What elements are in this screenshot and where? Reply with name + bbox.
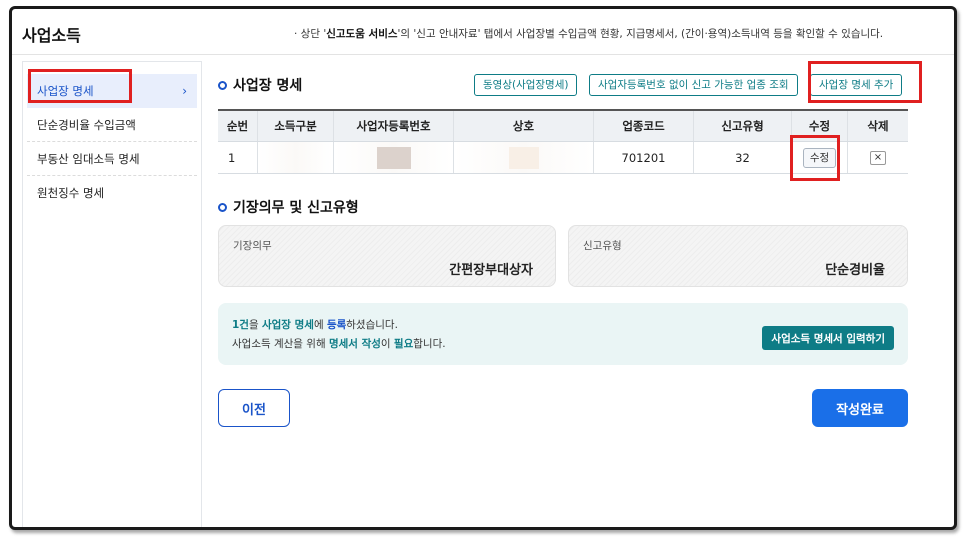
highlight-edit-button	[790, 135, 840, 181]
col-header: 삭제	[867, 119, 889, 133]
type-value: 단순경비율	[825, 263, 885, 278]
col-header: 신고유형	[694, 111, 792, 141]
sidebar-item-rental-income[interactable]: 부동산 임대소득 명세	[27, 142, 197, 176]
duty-value: 간편장부대상자	[449, 263, 533, 278]
bullet-circle-icon	[218, 80, 227, 90]
report-type-box: 신고유형 단순경비율	[568, 225, 908, 287]
type-label: 신고유형	[583, 240, 622, 252]
notice-highlight: 사업장 명세	[261, 319, 314, 331]
delete-cell: ×	[848, 142, 908, 173]
col-header: 소득구분	[258, 111, 334, 141]
notice-text: 에	[313, 319, 327, 331]
video-button[interactable]: 동영상(사업장명세)	[474, 74, 578, 96]
sidebar-item-simple-expense[interactable]: 단순경비율 수입금액	[27, 108, 197, 142]
business-section-title: 사업장 명세	[218, 75, 302, 95]
col-header: 상호	[454, 111, 594, 141]
chevron-right-icon: ›	[182, 84, 187, 98]
highlight-sidebar	[28, 69, 132, 103]
col-header: 사업자등록번호	[334, 111, 454, 141]
notice-suffix: '의 '신고 안내자료' 탭에서 사업장별 수입금액 현황, 지급명세서, (간…	[397, 28, 884, 40]
sidebar-item-label: 단순경비율 수입금액	[37, 118, 136, 132]
duty-label: 기장의무	[233, 240, 272, 252]
section-title-text: 사업장 명세	[233, 78, 303, 94]
bookkeeping-duty-box: 기장의무 간편장부대상자	[218, 225, 556, 287]
sidebar-item-withholding[interactable]: 원천징수 명세	[27, 176, 197, 210]
notice-prefix: · 상단 '	[294, 28, 327, 40]
notice-text: 하셨습니다.	[346, 319, 398, 331]
sidebar: 사업장 명세 › 단순경비율 수입금액 부동산 임대소득 명세 원천징수 명세	[22, 61, 202, 527]
page-title: 사업소득	[22, 26, 81, 45]
report-type-cell: 32	[694, 142, 792, 173]
app-window: 사업소득 · 상단 '신고도움 서비스'의 '신고 안내자료' 탭에서 사업장별…	[9, 6, 957, 530]
delete-icon[interactable]: ×	[870, 150, 886, 165]
bullet-circle-icon	[218, 202, 227, 212]
row-number: 1	[218, 142, 258, 173]
registration-notice: 1건을 사업장 명세에 등록하셨습니다. 사업소득 계산을 위해 명세서 작성이…	[218, 303, 908, 365]
notice-line-1: 1건을 사업장 명세에 등록하셨습니다.	[232, 317, 398, 332]
notice-text: 을	[248, 319, 262, 331]
sidebar-item-label: 부동산 임대소득 명세	[37, 152, 140, 166]
notice-highlight: 명세서 작성	[328, 338, 381, 350]
highlight-add-button	[808, 61, 922, 103]
section-title-text: 기장의무 및 신고유형	[233, 200, 359, 216]
col-header: 순번	[218, 111, 258, 141]
industry-code-cell: 701201	[594, 142, 694, 173]
sidebar-item-label: 원천징수 명세	[37, 186, 105, 200]
notice-line-2: 사업소득 계산을 위해 명세서 작성이 필요합니다.	[232, 336, 446, 351]
notice-highlight: 등록	[326, 319, 347, 331]
enter-statement-button[interactable]: 사업소득 명세서 입력하기	[762, 326, 894, 350]
notice-bold: 신고도움 서비스	[326, 28, 398, 40]
income-type-cell	[258, 142, 334, 173]
notice-highlight: 필요	[393, 338, 414, 350]
previous-button[interactable]: 이전	[218, 389, 290, 427]
notice-text: 사업소득 계산을 위해	[232, 338, 329, 350]
page-header: 사업소득 · 상단 '신고도움 서비스'의 '신고 안내자료' 탭에서 사업장별…	[12, 9, 954, 55]
reg-number-cell	[334, 142, 454, 173]
industry-lookup-button[interactable]: 사업자등록번호 없이 신고 가능한 업종 조회	[589, 74, 798, 96]
redacted-block	[376, 146, 411, 169]
header-notice: · 상단 '신고도움 서비스'의 '신고 안내자료' 탭에서 사업장별 수입금액…	[294, 26, 883, 41]
notice-text: 이	[380, 338, 394, 350]
notice-count: 1건	[232, 319, 249, 331]
complete-button[interactable]: 작성완료	[812, 389, 908, 427]
notice-text: 합니다.	[413, 338, 446, 350]
redacted-block	[508, 146, 539, 169]
bookkeeping-section-title: 기장의무 및 신고유형	[218, 197, 359, 217]
col-header: 업종코드	[594, 111, 694, 141]
business-name-cell	[454, 142, 594, 173]
